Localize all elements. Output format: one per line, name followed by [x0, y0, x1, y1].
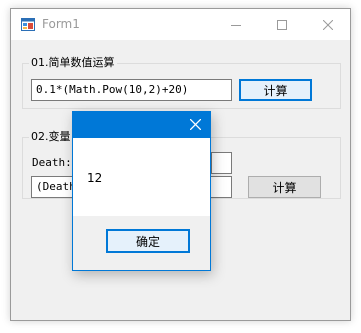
- message-text: 12: [87, 171, 103, 185]
- variable-calc-group-label: 02.变量: [29, 130, 73, 144]
- maximize-icon: [277, 19, 287, 30]
- ok-button[interactable]: 确定: [106, 229, 190, 253]
- window-title: Form1: [42, 17, 80, 31]
- calculate-button-2[interactable]: 计算: [248, 176, 321, 198]
- close-icon: [323, 19, 333, 30]
- close-button[interactable]: [305, 9, 351, 40]
- title-bar[interactable]: Form1: [11, 9, 350, 40]
- close-icon: [189, 118, 201, 130]
- death-variable-input[interactable]: [211, 152, 232, 174]
- expression-input-1[interactable]: 0.1*(Math.Pow(10,2)+20): [31, 79, 232, 101]
- message-box-body: 12: [73, 138, 210, 216]
- message-box-title-bar[interactable]: [73, 112, 210, 138]
- minimize-icon: [231, 24, 241, 26]
- message-box-footer: 确定: [73, 216, 210, 270]
- calculate-button-1[interactable]: 计算: [239, 79, 312, 101]
- maximize-button[interactable]: [259, 9, 305, 40]
- death-variable-label: Death:: [32, 156, 72, 169]
- message-box-close-button[interactable]: [186, 115, 204, 133]
- minimize-button[interactable]: [213, 9, 259, 40]
- form-app-icon: [21, 18, 35, 31]
- numeric-calc-group-label: 01.简单数值运算: [29, 56, 117, 70]
- message-box-dialog: 12 确定: [72, 111, 211, 271]
